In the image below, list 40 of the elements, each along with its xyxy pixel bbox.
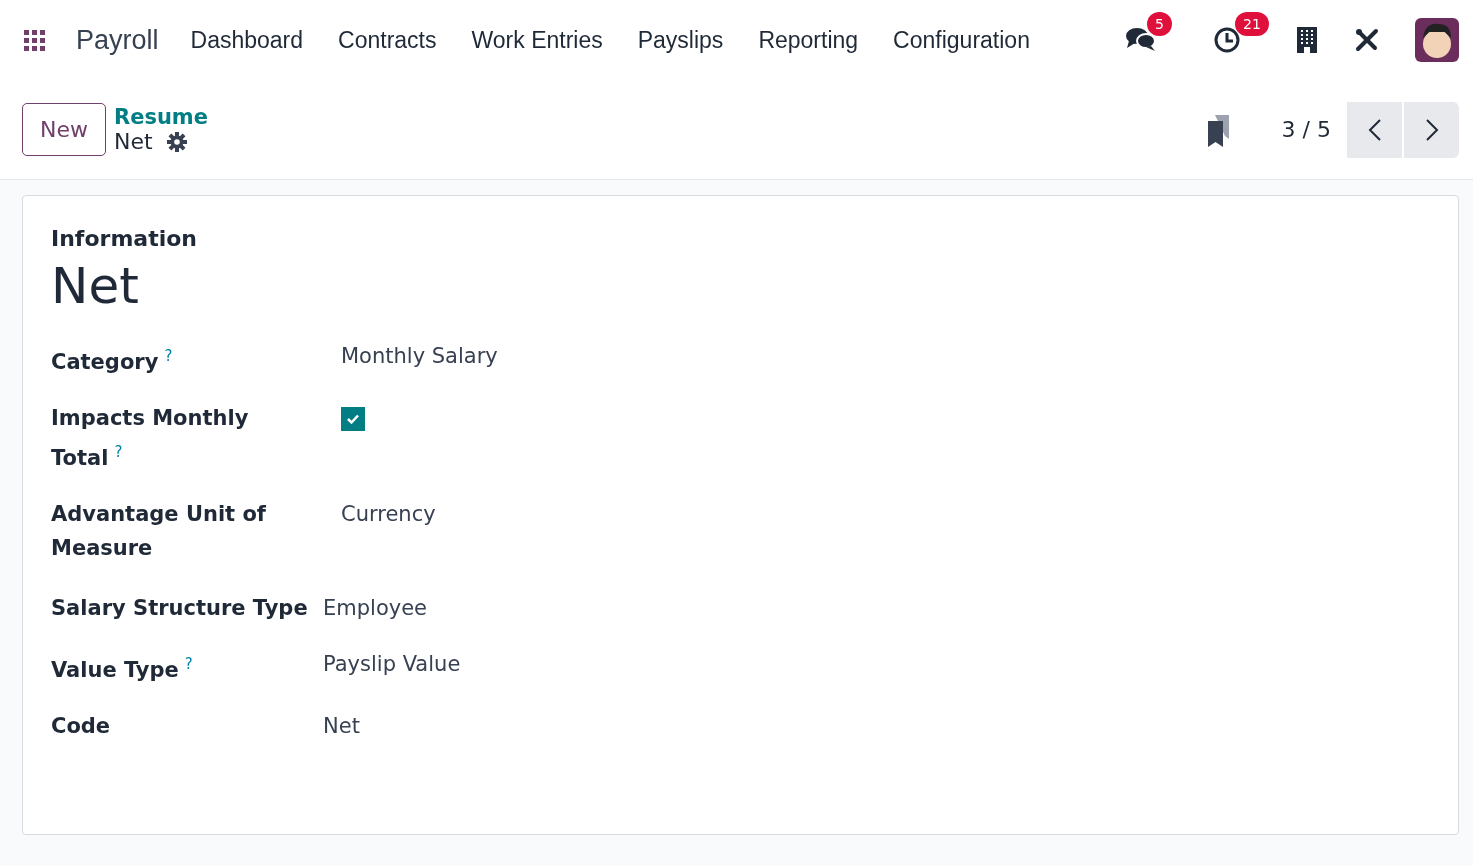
breadcrumb-link[interactable]: Resume — [114, 105, 208, 129]
pager-value[interactable]: 3 / 5 — [1281, 117, 1331, 142]
chevron-right-icon — [1424, 117, 1439, 142]
menu-item[interactable]: Payslips — [637, 26, 724, 54]
chevron-left-icon — [1367, 117, 1382, 142]
app-menu-icon[interactable] — [22, 28, 46, 52]
help-tooltip[interactable]: ? — [114, 443, 123, 461]
field-value: Monthly Salary — [341, 344, 498, 368]
menu-item[interactable]: Configuration — [893, 26, 1030, 54]
field-label: Impacts Monthly Total $^{?}$ — [51, 406, 249, 470]
section-title: Information — [51, 226, 198, 251]
field-value: Employee — [323, 596, 427, 620]
record-title: Net — [51, 257, 140, 315]
record-name: Net — [114, 129, 153, 154]
menu-item[interactable]: Contracts — [338, 26, 437, 54]
checkbox[interactable] — [341, 407, 365, 431]
help-tooltip[interactable]: ? — [184, 655, 193, 673]
field-label: Value Type $^{?}$ — [51, 658, 193, 682]
field-label: Category $^{?}$ — [51, 350, 173, 374]
notification-badge: 5 — [1147, 12, 1172, 36]
field-label: Salary Structure Type — [51, 596, 308, 620]
notification-badge: 21 — [1235, 12, 1269, 36]
clock-icon[interactable] — [1213, 26, 1241, 54]
field-label: Advantage Unit of Measure — [51, 502, 266, 560]
app-name[interactable]: Payroll — [76, 24, 159, 56]
building-icon[interactable] — [1297, 27, 1317, 53]
user-avatar[interactable] — [1415, 18, 1459, 62]
new-button[interactable]: New — [22, 103, 106, 156]
field-value: Net — [323, 714, 360, 738]
field-label: Code — [51, 714, 111, 738]
menu-item[interactable]: Dashboard — [190, 26, 304, 54]
tools-icon[interactable] — [1353, 26, 1381, 54]
field-value: Payslip Value — [323, 652, 461, 676]
menu-item[interactable]: Reporting — [758, 26, 859, 54]
chat-icon[interactable] — [1125, 26, 1157, 54]
menu-item[interactable]: Work Entries — [471, 26, 603, 54]
check-icon — [346, 413, 360, 425]
bookmark-icon[interactable] — [1205, 112, 1232, 147]
help-tooltip[interactable]: ? — [164, 347, 173, 365]
field-value: Currency — [341, 502, 436, 526]
